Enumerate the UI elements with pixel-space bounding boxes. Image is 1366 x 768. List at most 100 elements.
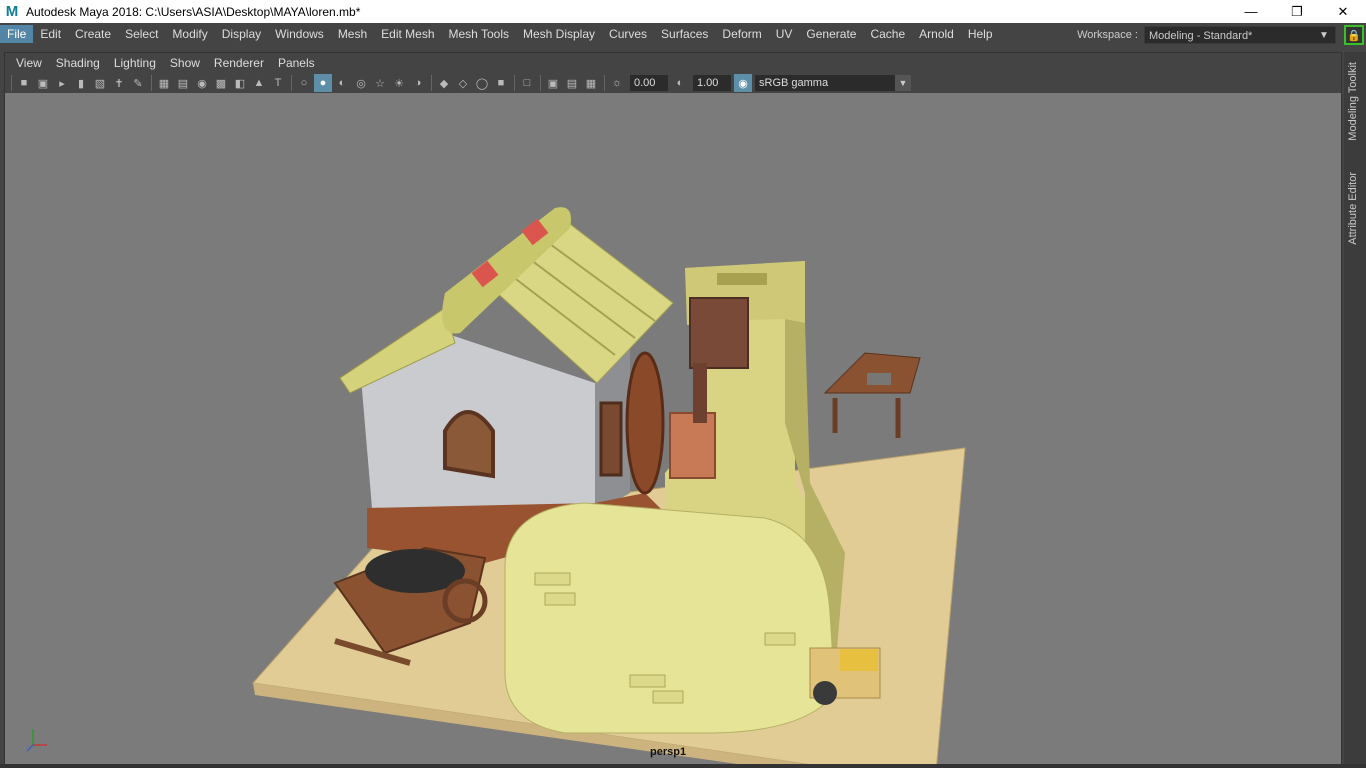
workspace-dropdown[interactable]: Modeling - Standard* ▼ — [1144, 26, 1336, 44]
gamma-icon[interactable]: ◐ — [671, 74, 689, 92]
2d-pan-zoom-icon[interactable]: ✝ — [110, 74, 128, 92]
image-plane-icon[interactable]: ▧ — [91, 74, 109, 92]
bottom-edge — [0, 764, 1366, 768]
3d-viewport[interactable]: persp1 — [5, 93, 1341, 768]
toolbar-divider — [291, 75, 292, 91]
house-window — [443, 410, 495, 479]
gold-block — [840, 649, 878, 671]
screen-space-ao-icon[interactable]: ◑ — [409, 74, 427, 92]
chevron-down-icon[interactable]: ▼ — [895, 75, 911, 91]
menu-curves[interactable]: Curves — [602, 25, 654, 43]
oven-brick — [544, 592, 576, 606]
menu-cache[interactable]: Cache — [863, 25, 912, 43]
menu-edit[interactable]: Edit — [33, 25, 68, 43]
workspace-label: Workspace : — [1077, 29, 1138, 41]
menu-modify[interactable]: Modify — [165, 25, 214, 43]
lock-icon[interactable]: 🔒 — [1344, 25, 1364, 45]
wireframe-on-shaded-icon[interactable]: ◐ — [333, 74, 351, 92]
color-management-icon[interactable]: ◉ — [734, 74, 752, 92]
motion-blur-icon[interactable]: ◯ — [473, 74, 491, 92]
use-all-lights-icon[interactable]: ☆ — [371, 74, 389, 92]
view-transform-dropdown[interactable]: sRGB gamma — [755, 75, 895, 91]
workspace-value: Modeling - Standard* — [1149, 30, 1253, 42]
window-title: Autodesk Maya 2018: C:\Users\ASIA\Deskto… — [26, 4, 361, 19]
gate-mask-icon[interactable]: ▩ — [212, 74, 230, 92]
menu-deform[interactable]: Deform — [715, 25, 768, 43]
menu-create[interactable]: Create — [68, 25, 118, 43]
bookmark-icon[interactable]: ▮ — [72, 74, 90, 92]
chimney-opening — [717, 273, 767, 285]
scene-render — [252, 207, 966, 768]
camera-attributes-icon[interactable]: ▣ — [34, 74, 52, 92]
grid-icon[interactable]: ▦ — [155, 74, 173, 92]
panel-menu-shading[interactable]: Shading — [49, 56, 107, 70]
panel-menu-renderer[interactable]: Renderer — [207, 56, 271, 70]
shadows-icon[interactable]: ☀ — [390, 74, 408, 92]
field-chart-icon[interactable]: ◧ — [231, 74, 249, 92]
camera-label: persp1 — [650, 746, 687, 758]
grease-pencil-icon[interactable]: ✎ — [129, 74, 147, 92]
menu-surfaces[interactable]: Surfaces — [654, 25, 715, 43]
wireframe-icon[interactable]: ○ — [295, 74, 313, 92]
smooth-shade-icon[interactable]: ● — [314, 74, 332, 92]
anvil — [867, 373, 891, 385]
bookmarks-icon[interactable]: ▸ — [53, 74, 71, 92]
panel-menu-lighting[interactable]: Lighting — [107, 56, 163, 70]
toolbar-divider — [540, 75, 541, 91]
minimize-icon[interactable]: — — [1228, 0, 1274, 23]
panel-menu-bar: View Shading Lighting Show Renderer Pane… — [5, 53, 322, 73]
menu-help[interactable]: Help — [961, 25, 1000, 43]
exposure-field[interactable]: 0.00 — [630, 75, 668, 91]
maya-logo-icon: M — [5, 3, 19, 20]
depth-of-field-icon[interactable]: ▤ — [563, 74, 581, 92]
toolbar-divider — [431, 75, 432, 91]
safe-title-icon[interactable]: T — [269, 74, 287, 92]
water-wheel — [625, 351, 665, 495]
panel-menu-panels[interactable]: Panels — [271, 56, 322, 70]
film-gate-icon[interactable]: ▤ — [174, 74, 192, 92]
toolbar-divider — [11, 75, 12, 91]
isolate-select-icon[interactable]: ◆ — [435, 74, 453, 92]
toolbar-divider — [151, 75, 152, 91]
xray-active-icon[interactable]: ▣ — [544, 74, 562, 92]
oven-brick — [652, 690, 684, 704]
panel-menu-show[interactable]: Show — [163, 56, 207, 70]
tab-attribute-editor[interactable]: Attribute Editor — [1347, 172, 1359, 245]
menu-uv[interactable]: UV — [769, 25, 800, 43]
xray-icon[interactable]: ◎ — [352, 74, 370, 92]
tab-modeling-toolkit[interactable]: Modeling Toolkit — [1347, 62, 1359, 141]
menu-mesh-display[interactable]: Mesh Display — [516, 25, 602, 43]
gamma-field[interactable]: 1.00 — [693, 75, 731, 91]
close-icon[interactable]: ✕ — [1320, 0, 1366, 23]
menu-arnold[interactable]: Arnold — [912, 25, 961, 43]
workspace-selector: Workspace : Modeling - Standard* ▼ — [1077, 26, 1336, 44]
menu-display[interactable]: Display — [215, 25, 268, 43]
viewport-panel: View Shading Lighting Show Renderer Pane… — [4, 52, 1342, 768]
menu-file[interactable]: File — [0, 25, 34, 43]
hammer-arm — [689, 297, 749, 369]
menu-mesh[interactable]: Mesh — [331, 25, 374, 43]
menu-select[interactable]: Select — [118, 25, 165, 43]
menu-generate[interactable]: Generate — [799, 25, 863, 43]
oven-brick — [629, 674, 666, 688]
exposure-icon[interactable]: ☼ — [608, 74, 626, 92]
anti-aliasing-icon[interactable]: ■ — [492, 74, 510, 92]
resolution-gate-icon[interactable]: ◉ — [193, 74, 211, 92]
right-side-tabs: Modeling Toolkit Attribute Editor — [1344, 52, 1366, 768]
xray-joints-icon[interactable]: ◇ — [454, 74, 472, 92]
view-axis-icon — [26, 729, 47, 752]
isolate-icon[interactable]: □ — [518, 74, 536, 92]
oven-brick — [764, 632, 796, 646]
panel-menu-view[interactable]: View — [9, 56, 49, 70]
menu-mesh-tools[interactable]: Mesh Tools — [442, 25, 516, 43]
menu-edit-mesh[interactable]: Edit Mesh — [374, 25, 441, 43]
toolbar-divider — [604, 75, 605, 91]
hammer-post — [693, 363, 707, 423]
restore-icon[interactable]: ❐ — [1274, 0, 1320, 23]
select-camera-icon[interactable]: ■ — [15, 74, 33, 92]
menu-windows[interactable]: Windows — [268, 25, 331, 43]
side-window — [599, 401, 623, 477]
safe-action-icon[interactable]: ▲ — [250, 74, 268, 92]
chevron-down-icon: ▼ — [1319, 30, 1329, 41]
resolution-icon[interactable]: ▦ — [582, 74, 600, 92]
